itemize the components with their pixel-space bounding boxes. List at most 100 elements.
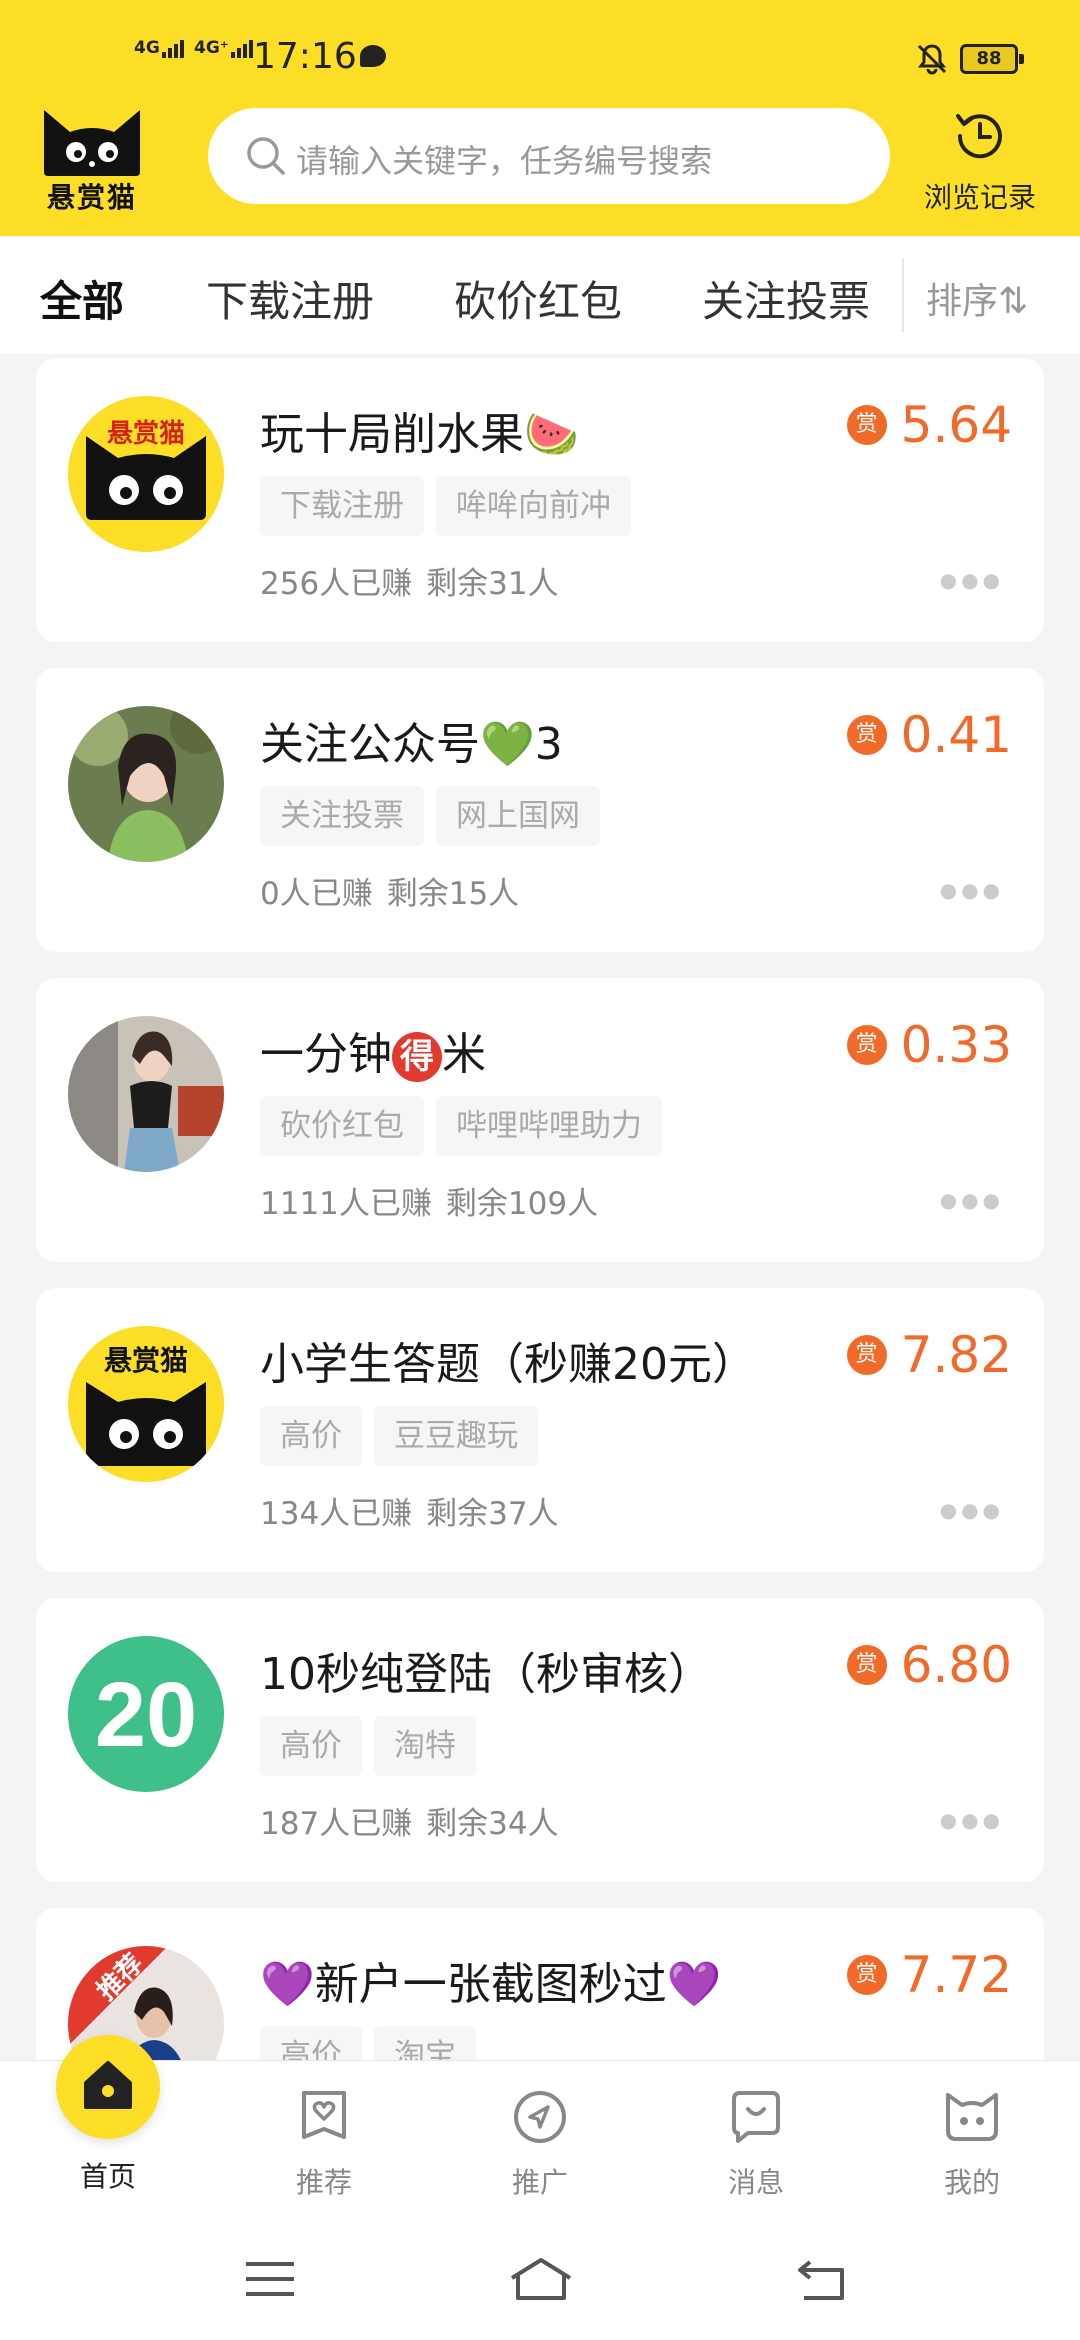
more-options-icon[interactable]: ●●●	[940, 1498, 1004, 1522]
tab-download-register[interactable]: 下载注册	[206, 268, 374, 329]
number-avatar: 20	[68, 1636, 224, 1792]
menu-icon[interactable]	[240, 2254, 300, 2304]
nav-messages[interactable]: 消息	[648, 2061, 864, 2211]
browse-history-button[interactable]: 浏览记录	[915, 104, 1045, 214]
task-title: 关注公众号💚3	[260, 708, 563, 772]
history-clock-icon	[956, 114, 1002, 159]
earned-count: 0人已赚	[260, 876, 373, 912]
network-label-2: 4G⁺	[194, 38, 229, 58]
reward-badge-icon: 赏	[846, 405, 887, 445]
task-card[interactable]: 悬赏猫 小学生答题（秒赚20元） 高价 豆豆趣玩 134人已赚 剩余37人 赏 7.8…	[36, 1288, 1044, 1572]
task-stats: 256人已赚 剩余31人	[260, 558, 559, 603]
task-title-text: 新户一张截图秒过	[314, 1959, 667, 2010]
user-photo-icon	[68, 1016, 224, 1172]
nav-promote[interactable]: 推广	[432, 2061, 648, 2211]
task-card[interactable]: 推荐 💜新户一张截图秒过💜 高价 淘宝 赏 7.72	[36, 1908, 1044, 2060]
user-photo-icon	[68, 706, 224, 862]
back-icon[interactable]	[794, 2254, 854, 2304]
task-tag: 网上国网	[436, 786, 600, 846]
avatar-number-text: 20	[95, 1664, 197, 1766]
more-options-icon[interactable]: ●●●	[940, 1188, 1004, 1212]
task-tags: 高价 淘宝	[260, 2026, 488, 2060]
signal-bars-icon	[161, 38, 186, 58]
task-tags: 高价 豆豆趣玩	[260, 1406, 550, 1466]
purple-heart-icon: 💜	[666, 1959, 722, 2010]
remaining-count: 剩余34人	[426, 1806, 559, 1842]
search-bar[interactable]: 请输入关键字，任务编号搜索	[208, 108, 890, 204]
task-tags: 下载注册 哞哞向前冲	[260, 476, 643, 536]
task-title: 💜新户一张截图秒过💜	[260, 1948, 722, 2012]
earned-count: 1111人已赚	[260, 1186, 432, 1222]
task-card[interactable]: 一分钟得米 砍价红包 哔哩哔哩助力 1111人已赚 剩余109人 赏 0.33 ●●●	[36, 978, 1044, 1262]
battery-indicator: 88	[960, 44, 1024, 74]
more-options-icon[interactable]: ●●●	[940, 878, 1004, 902]
reward-badge-icon: 赏	[846, 715, 887, 755]
nav-label: 消息	[727, 2166, 784, 2199]
more-options-icon[interactable]: ●●●	[940, 568, 1004, 592]
task-title-suffix: 3	[534, 719, 563, 770]
task-title: 一分钟得米	[260, 1018, 486, 1082]
task-reward: 赏 5.64	[846, 396, 1012, 460]
search-icon	[247, 137, 285, 175]
signal-indicator: 4G	[134, 38, 186, 58]
promote-compass-icon	[514, 2091, 566, 2143]
signal-indicator-2: 4G⁺	[194, 38, 255, 58]
status-bar: 4G 4G⁺ 17:16 88	[0, 0, 1080, 100]
task-title-suffix: 米	[442, 1029, 486, 1080]
search-placeholder: 请输入关键字，任务编号搜索	[296, 142, 713, 180]
reward-amount: 0.33	[900, 1016, 1012, 1074]
task-card[interactable]: 20 10秒纯登陆（秒审核） 高价 淘特 187人已赚 剩余34人 赏 6.80 ●●…	[36, 1598, 1044, 1882]
sort-button[interactable]: 排序⇅	[926, 272, 1028, 324]
tab-all[interactable]: 全部	[40, 268, 125, 329]
reward-amount: 7.72	[900, 1946, 1012, 2004]
avatar-logo-text: 悬赏猫	[107, 419, 185, 449]
bell-off-icon	[917, 44, 947, 75]
task-card[interactable]: 悬赏猫 玩十局削水果🍉 下载注册 哞哞向前冲 256人已赚 剩余31人 赏 5.64 …	[36, 358, 1044, 642]
nav-home[interactable]: 首页	[0, 2035, 216, 2211]
app-logo-text: 悬赏猫	[46, 181, 137, 214]
task-tag: 哞哞向前冲	[436, 476, 631, 536]
nav-mine[interactable]: 我的	[864, 2061, 1080, 2211]
number-20-icon: 20	[68, 1636, 224, 1792]
reward-badge-icon: 赏	[846, 1025, 887, 1065]
task-list: 悬赏猫 玩十局削水果🍉 下载注册 哞哞向前冲 256人已赚 剩余31人 赏 5.64 …	[0, 354, 1080, 2060]
recommend-heart-icon	[302, 2091, 346, 2139]
task-title: 10秒纯登陆（秒审核）	[260, 1649, 712, 1700]
nav-label: 推广	[511, 2166, 568, 2199]
category-tabs: 全部 下载注册 砍价红包 关注投票 排序⇅	[0, 236, 1080, 354]
nav-label: 首页	[79, 2160, 136, 2193]
earned-count: 256人已赚	[260, 566, 413, 602]
task-tag: 高价	[260, 1406, 362, 1466]
bottom-navigation: 首页 推荐 推广 消息 我的	[0, 2035, 1080, 2211]
task-stats: 187人已赚 剩余34人	[260, 1798, 559, 1843]
earned-count: 134人已赚	[260, 1496, 413, 1532]
green-heart-icon: 💚	[480, 719, 535, 770]
nav-recommend[interactable]: 推荐	[216, 2061, 432, 2211]
task-tag: 砍价红包	[260, 1096, 424, 1156]
task-tag: 高价	[260, 2026, 362, 2060]
task-tag: 淘特	[374, 1716, 476, 1776]
task-tag: 哔哩哔哩助力	[436, 1096, 662, 1156]
remaining-count: 剩余15人	[386, 876, 520, 912]
task-stats: 1111人已赚 剩余109人	[260, 1178, 598, 1223]
task-tag: 高价	[260, 1716, 362, 1776]
task-tags: 关注投票 网上国网	[260, 786, 612, 846]
photo-woman-avatar	[68, 706, 224, 862]
cat-logo-avatar: 悬赏猫	[68, 396, 224, 552]
tab-follow-vote[interactable]: 关注投票	[702, 268, 870, 329]
chat-notification-icon	[360, 45, 386, 67]
task-card[interactable]: 关注公众号💚3 关注投票 网上国网 0人已赚 剩余15人 赏 0.41 ●●●	[36, 668, 1044, 952]
system-home-icon[interactable]	[506, 2254, 576, 2304]
message-icon	[732, 2091, 780, 2143]
more-options-icon[interactable]: ●●●	[940, 1808, 1004, 1832]
reward-badge-icon: 赏	[846, 1645, 887, 1685]
reward-amount: 7.82	[900, 1326, 1012, 1384]
task-stats: 0人已赚 剩余15人	[260, 868, 519, 913]
tab-bargain-redpacket[interactable]: 砍价红包	[454, 268, 622, 329]
photo-woman-avatar	[68, 1016, 224, 1172]
earned-count: 187人已赚	[260, 1806, 413, 1842]
remaining-count: 剩余31人	[426, 566, 559, 602]
logo-cat-icon: 悬赏猫	[68, 396, 224, 552]
task-stats: 134人已赚 剩余37人	[260, 1488, 559, 1533]
task-title-text: 关注公众号	[260, 719, 480, 770]
